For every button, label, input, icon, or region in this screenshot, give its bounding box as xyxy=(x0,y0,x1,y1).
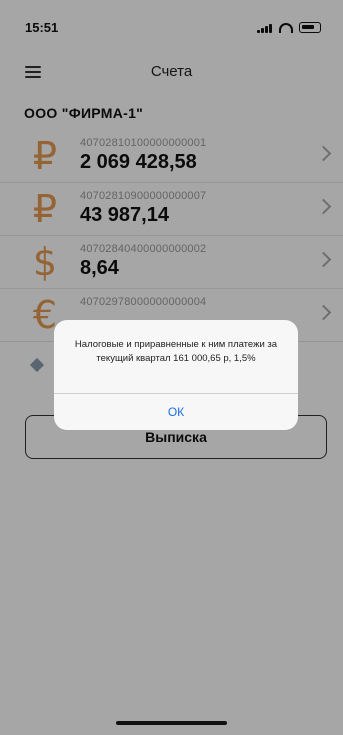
home-indicator xyxy=(116,721,227,725)
app-screen: 15:51 Счета ООО "ФИРМА-1" ₽ 407028101000… xyxy=(0,0,343,735)
alert-ok-button[interactable]: ОК xyxy=(54,394,298,430)
alert-message: Налоговые и приравненные к ним платежи з… xyxy=(74,339,278,364)
alert-dialog: Налоговые и приравненные к ним платежи з… xyxy=(54,320,298,430)
